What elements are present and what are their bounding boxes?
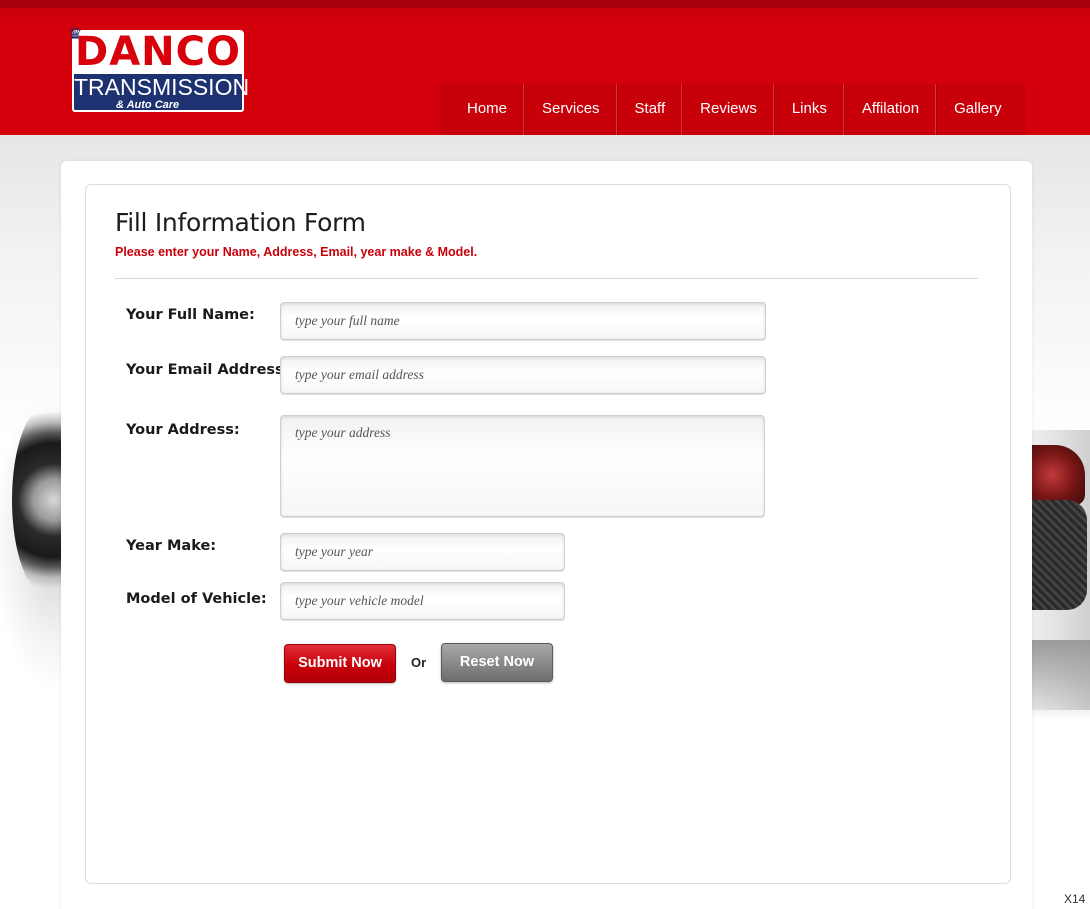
nav-item-links[interactable]: Links — [775, 84, 845, 135]
corner-tag: X14 — [1064, 892, 1086, 906]
crown-icon: ♛ — [68, 24, 83, 43]
form-divider — [115, 278, 978, 279]
full-name-label: Your Full Name: — [126, 307, 255, 323]
email-label: Your Email Address: — [126, 362, 290, 378]
car-grille-image — [1032, 500, 1087, 610]
full-name-input[interactable]: type your full name — [280, 302, 766, 340]
nav-item-gallery[interactable]: Gallery — [937, 84, 1026, 135]
form-title: Fill Information Form — [115, 208, 366, 237]
header-top-bar — [0, 0, 1090, 8]
vehicle-model-label: Model of Vehicle: — [126, 591, 267, 607]
address-label: Your Address: — [126, 422, 240, 438]
site-header: DANCO ♛ TRANSMISSION & Auto Care Home Se… — [0, 0, 1090, 135]
logo-transmission-text: TRANSMISSION — [72, 74, 250, 100]
nav-item-reviews[interactable]: Reviews — [683, 84, 775, 135]
site-logo[interactable]: DANCO ♛ TRANSMISSION & Auto Care — [68, 24, 250, 114]
address-textarea[interactable]: type your address — [280, 415, 765, 517]
logo-autocare-text: & Auto Care — [72, 100, 244, 112]
nav-item-affilation[interactable]: Affilation — [845, 84, 938, 135]
nav-item-home[interactable]: Home — [440, 84, 526, 135]
year-make-input[interactable]: type your year — [280, 533, 565, 571]
submit-button[interactable]: Submit Now — [284, 644, 396, 683]
main-nav: Home Services Staff Reviews Links Affila… — [440, 84, 1026, 135]
nav-item-staff[interactable]: Staff — [618, 84, 684, 135]
car-taillight-image — [1030, 445, 1085, 505]
reset-button[interactable]: Reset Now — [441, 643, 553, 682]
nav-item-services[interactable]: Services — [525, 84, 618, 135]
car-shadow — [1030, 640, 1090, 720]
or-separator: Or — [411, 655, 427, 670]
logo-danco-text: DANCO — [72, 30, 244, 74]
form-subtitle: Please enter your Name, Address, Email, … — [115, 245, 478, 259]
vehicle-model-input[interactable]: type your vehicle model — [280, 582, 565, 620]
year-make-label: Year Make: — [126, 538, 217, 554]
email-input[interactable]: type your email address — [280, 356, 766, 394]
